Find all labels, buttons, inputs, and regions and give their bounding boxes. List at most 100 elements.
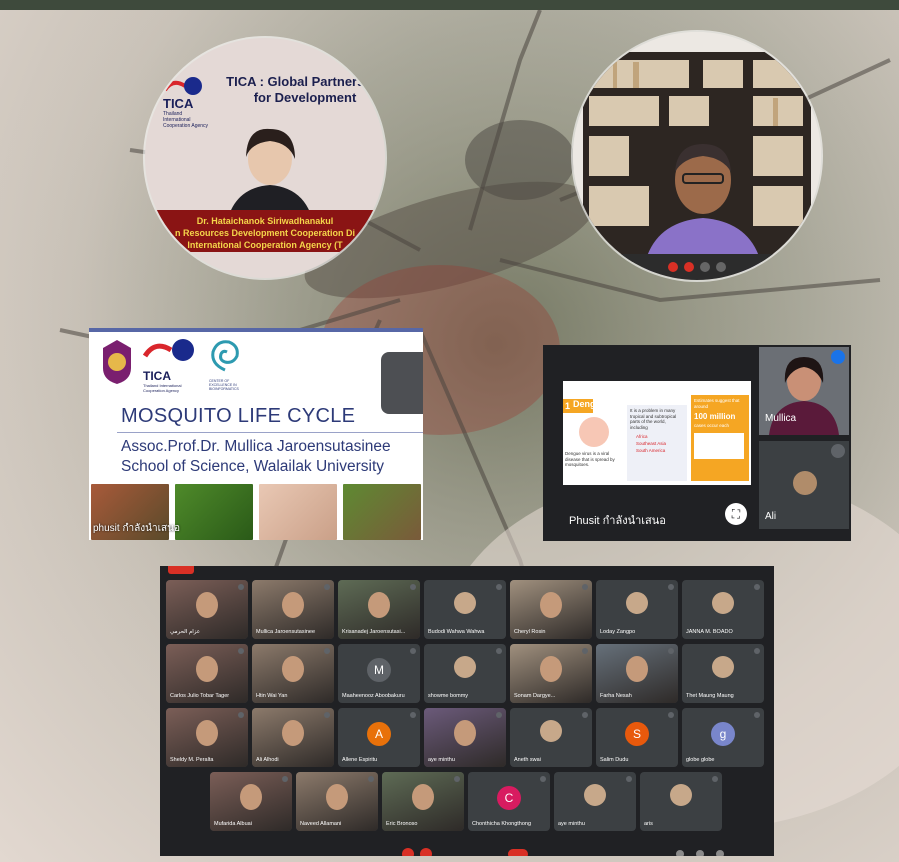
participant-name: Sonam Dargye... bbox=[514, 693, 556, 699]
participant-tile[interactable]: aye minthu bbox=[424, 708, 506, 767]
participant-tile[interactable]: g globe globe bbox=[682, 708, 764, 767]
dengue-regions: Africa Southeast Asia South America bbox=[630, 433, 684, 454]
participant-tile[interactable]: Eric Bronoso bbox=[382, 772, 464, 831]
participant-tile[interactable]: Aneth swai bbox=[510, 708, 592, 767]
participant-tile[interactable]: Loday Zangpo bbox=[596, 580, 678, 639]
mic-muted-icon bbox=[410, 712, 416, 718]
camera-off-icon[interactable] bbox=[684, 262, 694, 272]
mic-muted-icon bbox=[754, 584, 760, 590]
participant-face bbox=[326, 784, 348, 810]
participant-tile[interactable]: Mufarida Albuai bbox=[210, 772, 292, 831]
mic-off-icon[interactable] bbox=[668, 262, 678, 272]
participant-tile[interactable]: Htin Wai Yan bbox=[252, 644, 334, 703]
participant-tile[interactable]: aye minthu bbox=[554, 772, 636, 831]
slide-overlay-button[interactable] bbox=[381, 352, 423, 414]
tica-banner-title: TICA : Global Partnership for Developmen… bbox=[226, 74, 384, 105]
participant-name: Mufarida Albuai bbox=[214, 821, 252, 827]
bioinformatics-center-logo: CENTER OF EXCELLENCE IN BIOINFORMATICS bbox=[209, 338, 253, 391]
participant-tile[interactable]: Sheldy M. Peralta bbox=[166, 708, 248, 767]
participant-tile-ali[interactable]: Ali bbox=[759, 441, 849, 529]
mic-muted-icon bbox=[540, 776, 546, 782]
tica-mark-icon bbox=[142, 339, 194, 361]
avatar bbox=[670, 784, 692, 806]
participant-tile[interactable]: showme bommy bbox=[424, 644, 506, 703]
participant-tile-mullica[interactable]: Mullica bbox=[759, 347, 849, 435]
region-item: Southeast Asia bbox=[636, 441, 667, 446]
slide-tica-fullname: Thailand International Cooperation Agenc… bbox=[143, 383, 182, 393]
mic-muted-icon bbox=[238, 712, 244, 718]
speaker-2-portrait bbox=[643, 144, 763, 272]
fullscreen-button[interactable]: ⛶ bbox=[725, 503, 747, 525]
participant-name: Sheldy M. Peralta bbox=[170, 757, 214, 763]
participant-name: Budodi Wahwa Wahwa bbox=[428, 629, 485, 635]
participant-tile[interactable]: Carlos Julio Tobar Tager bbox=[166, 644, 248, 703]
spiral-logo-icon bbox=[211, 340, 239, 372]
participant-name: aris bbox=[644, 821, 653, 827]
participant-tile[interactable]: Ali Alhodi bbox=[252, 708, 334, 767]
participant-tile[interactable]: aris bbox=[640, 772, 722, 831]
participant-tile[interactable]: عزام الحرمي bbox=[166, 580, 248, 639]
mic-muted-icon bbox=[668, 712, 674, 718]
present-icon[interactable] bbox=[716, 262, 726, 272]
chat-icon[interactable] bbox=[716, 850, 724, 856]
participant-name: عزام الحرمي bbox=[170, 629, 201, 635]
slide-logos: TICA Thailand International Cooperation … bbox=[99, 338, 253, 393]
participant-name: Naveed Allamani bbox=[300, 821, 342, 827]
presenting-label: Phusit กำลังนำเสนอ bbox=[569, 515, 666, 527]
avatar-initial: g bbox=[711, 722, 735, 746]
dengue-col3-top: Estimates suggest that around bbox=[694, 398, 740, 409]
participant-tile[interactable]: Krisanadej Jaroensutasi... bbox=[338, 580, 420, 639]
mic-muted-icon bbox=[238, 648, 244, 654]
mic-muted-icon bbox=[238, 584, 244, 590]
end-call-button[interactable] bbox=[508, 849, 528, 856]
participant-name: Eric Bronoso bbox=[386, 821, 418, 827]
participant-tile[interactable]: M Maaheenooz Aboobakuru bbox=[338, 644, 420, 703]
slide-title: MOSQUITO LIFE CYCLE bbox=[121, 405, 356, 427]
participant-name: Ali Alhodi bbox=[256, 757, 279, 763]
participant-tile[interactable]: Thet Maung Maung bbox=[682, 644, 764, 703]
participant-face bbox=[626, 656, 648, 682]
mic-muted-icon bbox=[324, 648, 330, 654]
participant-tile[interactable]: Mullica Jaroensutasinee bbox=[252, 580, 334, 639]
participant-tile[interactable]: Naveed Allamani bbox=[296, 772, 378, 831]
participant-name: Carlos Julio Tobar Tager bbox=[170, 693, 230, 699]
mic-muted-icon bbox=[582, 584, 588, 590]
participant-tile[interactable]: S Salim Dudu bbox=[596, 708, 678, 767]
caption-org: International Cooperation Agency (T bbox=[187, 240, 343, 250]
tica-mark-icon bbox=[163, 77, 202, 95]
slide-tica-label: TICA bbox=[143, 369, 171, 383]
participant-face bbox=[540, 592, 562, 618]
participant-face bbox=[282, 656, 304, 682]
participant-tile[interactable]: Cheryl Rosin bbox=[510, 580, 592, 639]
university-seal-icon bbox=[103, 340, 131, 384]
avatar bbox=[454, 656, 476, 678]
participant-tile[interactable]: Farha Nesah bbox=[596, 644, 678, 703]
speaker-video-professor bbox=[573, 32, 821, 280]
mic-muted-icon bbox=[454, 776, 460, 782]
mic-muted-icon bbox=[582, 712, 588, 718]
dengue-col-1: Dengue virus is a viral disease that is … bbox=[565, 417, 623, 481]
people-icon[interactable] bbox=[696, 850, 704, 856]
mic-muted-icon bbox=[754, 712, 760, 718]
participant-tile[interactable]: JANNA M. BOADO bbox=[682, 580, 764, 639]
mic-off-icon[interactable] bbox=[402, 848, 414, 856]
info-icon[interactable] bbox=[676, 850, 684, 856]
mosquito-icon bbox=[579, 417, 609, 447]
mic-muted-icon bbox=[712, 776, 718, 782]
participant-name: aye minthu bbox=[558, 821, 585, 827]
participant-tile[interactable]: C Chonthicha Khongthong bbox=[468, 772, 550, 831]
participant-name: globe globe bbox=[686, 757, 715, 763]
dengue-col-2: It is a problem in many tropical and sub… bbox=[627, 405, 687, 481]
camera-off-icon[interactable] bbox=[420, 848, 432, 856]
avatar-initial: C bbox=[497, 786, 521, 810]
presenter-label: phusit กำลังนำเสนอ bbox=[93, 523, 180, 534]
dengue-slide: 1 Dengue Dengue virus is a viral disease… bbox=[563, 381, 751, 485]
slide-author: Assoc.Prof.Dr. Mullica Jaroensutasinee bbox=[121, 438, 391, 455]
participant-tile[interactable]: Sonam Dargye... bbox=[510, 644, 592, 703]
mic-muted-icon bbox=[496, 712, 502, 718]
raise-hand-icon[interactable] bbox=[700, 262, 710, 272]
participant-tile[interactable]: A Allene Espiritu bbox=[338, 708, 420, 767]
region-item: Africa bbox=[636, 434, 648, 439]
participant-tile[interactable]: Budodi Wahwa Wahwa bbox=[424, 580, 506, 639]
bottom-call-controls bbox=[402, 848, 724, 856]
